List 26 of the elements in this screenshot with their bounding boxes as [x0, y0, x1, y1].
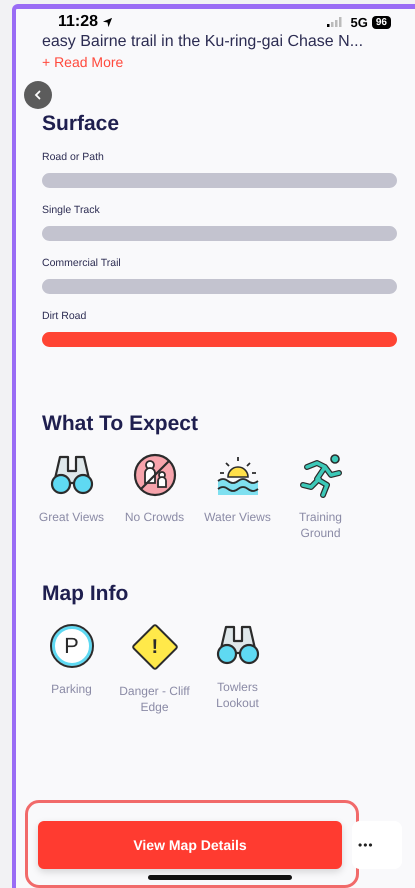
feature-label: Water Views	[203, 509, 272, 525]
map-info-label: Danger - Cliff Edge	[118, 683, 191, 715]
location-arrow-icon	[102, 16, 114, 28]
battery-level: 96	[372, 16, 391, 28]
feature-label: No Crowds	[124, 509, 186, 525]
map-info-label: Parking	[50, 681, 93, 697]
map-info-label: Towlers Lookout	[215, 679, 260, 711]
feature-label: Training Ground	[298, 509, 343, 541]
view-map-details-button[interactable]: View Map Details	[38, 821, 342, 869]
status-time: 11:28	[58, 13, 98, 31]
section-title: Surface	[42, 111, 120, 137]
more-button[interactable]: •••	[352, 821, 402, 869]
network-label: 5G	[350, 14, 368, 30]
parking-icon: P	[52, 626, 92, 666]
section-title: What To Expect	[42, 411, 199, 437]
feature-label: Great Views	[38, 509, 106, 525]
description-text: easy Bairne trail in the Ku-ring-gai Chase N...	[42, 33, 364, 51]
signal-icon	[326, 17, 343, 27]
surface-label: Single Track	[42, 204, 101, 216]
surface-label: Commercial Trail	[42, 257, 122, 269]
back-button[interactable]	[24, 81, 52, 109]
surface-label: Dirt Road	[42, 310, 88, 322]
surface-label: Road or Path	[42, 151, 105, 163]
read-more-link[interactable]: + Read More	[42, 53, 124, 71]
warning-icon: !	[130, 622, 179, 672]
section-title: Map Info	[42, 581, 130, 607]
